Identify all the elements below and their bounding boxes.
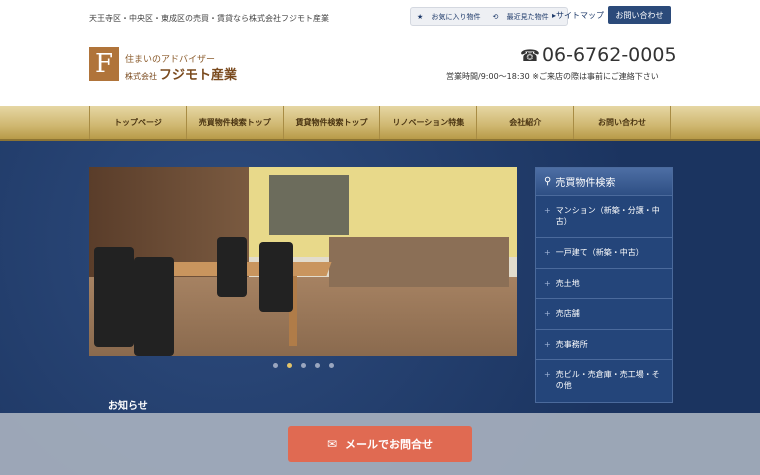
nav-item-contact[interactable]: お問い合わせ xyxy=(573,106,671,139)
global-nav: トップページ 売買物件検索トップ 賃貸物件検索トップ リノベーション特集 会社紹… xyxy=(0,106,760,141)
search-icon: ⚲ xyxy=(544,176,552,187)
recent-link[interactable]: ⟲ 最近見た物件 xyxy=(493,12,555,22)
site-tagline: 天王寺区・中央区・東成区の売買・賃貸なら株式会社フジモト産業 xyxy=(89,14,329,23)
sidebar-sale-search: ⚲ 売買物件検索 + マンション（新築・分譲・中古） + 一戸建て（新築・中古） + 売… xyxy=(535,167,673,403)
photo-shelf xyxy=(269,175,349,235)
mail-contact-button[interactable]: ✉ メールでお問合せ xyxy=(288,426,472,462)
sidebar-item-building[interactable]: + 売ビル・売倉庫・売工場・その他 xyxy=(536,359,672,401)
photo-chair xyxy=(134,257,174,356)
carousel-dot-active[interactable] xyxy=(286,363,292,368)
plus-icon: + xyxy=(544,206,551,215)
photo-chair xyxy=(217,237,247,297)
nav-item-renovation[interactable]: リノベーション特集 xyxy=(379,106,476,139)
carousel-pagination xyxy=(89,363,517,368)
sidebar-item-house[interactable]: + 一戸建て（新築・中古） xyxy=(536,237,672,268)
plus-icon: + xyxy=(544,248,551,257)
favorites-toolbar: ★ お気に入り物件 ⟲ 最近見た物件 xyxy=(410,7,568,26)
sitemap-link[interactable]: ▸ サイトマップ xyxy=(552,7,604,24)
star-icon: ★ xyxy=(417,12,426,21)
nav-item-top[interactable]: トップページ xyxy=(89,106,186,139)
sidebar-title: ⚲ 売買物件検索 xyxy=(536,168,672,195)
contact-button[interactable]: お問い合わせ xyxy=(608,6,671,24)
carousel-dot[interactable] xyxy=(272,363,278,368)
nav-item-company[interactable]: 会社紹介 xyxy=(476,106,573,139)
sidebar-item-shop[interactable]: + 売店舗 xyxy=(536,298,672,329)
phone-number: ☎ 06-6762-0005 xyxy=(520,44,677,66)
carousel-dot[interactable] xyxy=(300,363,306,368)
mail-icon: ✉ xyxy=(326,437,338,451)
history-icon: ⟲ xyxy=(492,12,501,21)
nav-item-sale-search[interactable]: 売買物件検索トップ xyxy=(185,106,283,139)
plus-icon: + xyxy=(544,370,551,379)
sidebar-item-mansion[interactable]: + マンション（新築・分譲・中古） xyxy=(536,195,672,237)
carousel-dot[interactable] xyxy=(328,363,334,368)
plus-icon: + xyxy=(544,340,551,349)
photo-chair xyxy=(259,242,293,312)
phone-icon: ☎ xyxy=(520,46,540,65)
plus-icon: + xyxy=(544,309,551,318)
photo-chair xyxy=(94,247,134,347)
header: 天王寺区・中央区・東成区の売買・賃貸なら株式会社フジモト産業 ★ お気に入り物件… xyxy=(0,0,760,106)
carousel-dot[interactable] xyxy=(314,363,320,368)
business-hours: 営業時間/9:00～18:30 ※ご来店の際は事前にご連絡下さい xyxy=(446,72,659,81)
sidebar-item-office[interactable]: + 売事務所 xyxy=(536,329,672,359)
photo-counter xyxy=(329,237,509,287)
plus-icon: + xyxy=(544,279,551,288)
sidebar-item-land[interactable]: + 売土地 xyxy=(536,268,672,298)
logo-icon[interactable]: F xyxy=(89,47,119,81)
hero-slide-image[interactable] xyxy=(89,167,517,356)
logo-company-name[interactable]: 株式会社 フジモト産業 xyxy=(125,64,237,83)
news-heading: お知らせ xyxy=(108,401,148,412)
favorites-link[interactable]: ★ お気に入り物件 xyxy=(417,12,487,22)
nav-item-rent-search[interactable]: 賃貸物件検索トップ xyxy=(282,106,380,139)
